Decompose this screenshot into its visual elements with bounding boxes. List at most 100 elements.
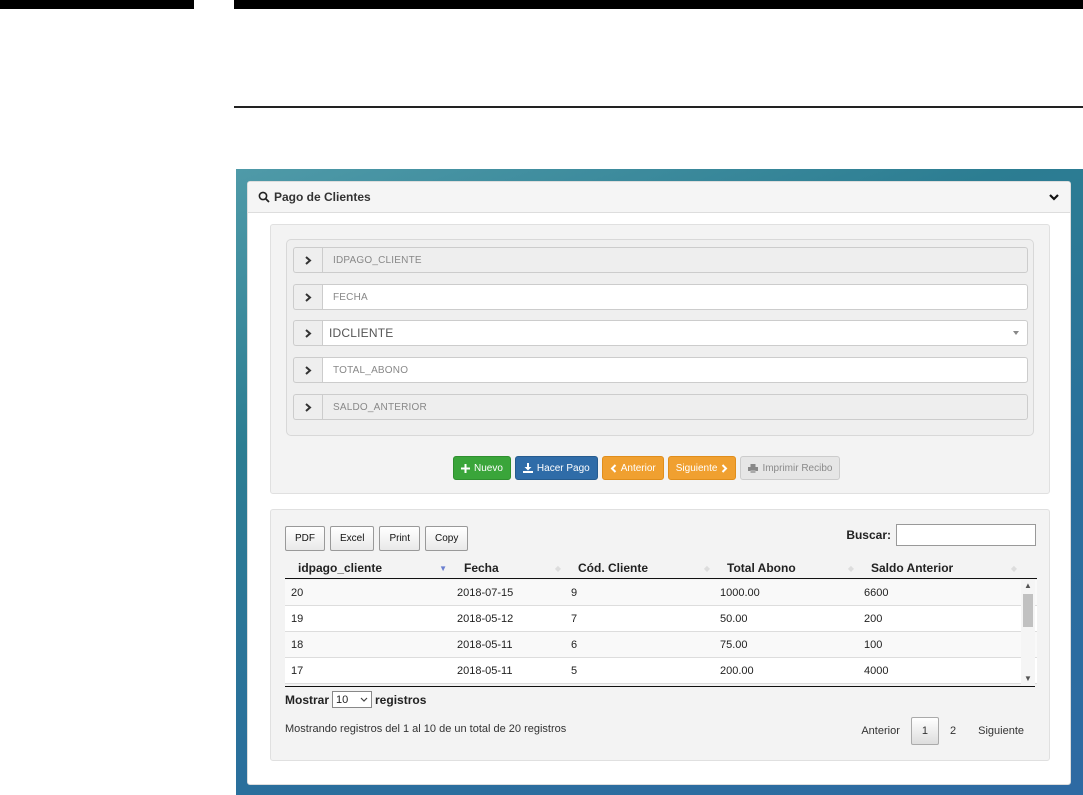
idpago-field: IDPAGO_CLIENTE bbox=[293, 247, 1028, 273]
scroll-up-icon[interactable]: ▲ bbox=[1024, 581, 1032, 590]
dropdown-caret-icon bbox=[1013, 331, 1019, 335]
table-info: Mostrando registros del 1 al 10 de un to… bbox=[285, 723, 567, 735]
imprimir-label: Imprimir Recibo bbox=[762, 462, 833, 474]
scroll-thumb[interactable] bbox=[1023, 594, 1033, 627]
siguiente-label: Siguiente bbox=[675, 462, 718, 474]
table-body: 20 2018-07-15 9 1000.00 6600 19 2018-05-… bbox=[285, 580, 1037, 684]
cell: 17 bbox=[291, 664, 304, 677]
top-bar-right bbox=[234, 0, 1083, 9]
cell: 2018-07-15 bbox=[457, 586, 514, 599]
cell: 7 bbox=[571, 612, 578, 625]
search-label: Buscar: bbox=[846, 528, 891, 542]
col-label: Cód. Cliente bbox=[578, 560, 649, 575]
length-label-post: registros bbox=[375, 692, 427, 707]
table-scrollbar[interactable]: ▲ ▼ bbox=[1021, 580, 1035, 686]
plus-icon bbox=[461, 463, 470, 473]
siguiente-button[interactable]: Siguiente bbox=[667, 456, 737, 480]
pdf-button[interactable]: PDF bbox=[285, 526, 325, 551]
pager-page-2[interactable]: 2 bbox=[939, 717, 967, 745]
chevron-right-icon bbox=[293, 284, 322, 310]
payment-panel: Pago de Clientes IDPAGO_CLIENTE FECHA ID… bbox=[247, 181, 1071, 785]
idpago-input[interactable]: IDPAGO_CLIENTE bbox=[322, 247, 1028, 273]
idcliente-field: IDCLIENTE bbox=[293, 320, 1028, 346]
table-row[interactable]: 20 2018-07-15 9 1000.00 6600 bbox=[285, 580, 1037, 606]
cell: 50.00 bbox=[720, 612, 748, 625]
print-button[interactable]: Print bbox=[379, 526, 421, 551]
length-select[interactable]: 10 bbox=[332, 691, 373, 708]
col-total-abono[interactable]: Total Abono ◆ bbox=[714, 557, 858, 578]
chevron-down-icon[interactable] bbox=[1048, 191, 1060, 203]
cell: 2018-05-11 bbox=[457, 638, 513, 651]
table-bottom-rule bbox=[285, 686, 1035, 687]
sort-icon: ◆ bbox=[703, 564, 710, 573]
total-input[interactable]: TOTAL_ABONO bbox=[322, 357, 1028, 383]
table-row[interactable]: 19 2018-05-12 7 50.00 200 bbox=[285, 606, 1037, 632]
download-icon bbox=[522, 463, 533, 473]
col-cod-cliente[interactable]: Cód. Cliente ◆ bbox=[565, 557, 714, 578]
anterior-label: Anterior bbox=[620, 462, 656, 474]
sort-icon: ◆ bbox=[847, 564, 854, 573]
panel-title: Pago de Clientes bbox=[274, 190, 371, 204]
action-buttons: Nuevo Hacer Pago Anterior Siguiente Impr… bbox=[453, 456, 841, 480]
col-saldo-anterior[interactable]: Saldo Anterior ◆ bbox=[858, 557, 1021, 578]
cell: 2018-05-12 bbox=[457, 612, 514, 625]
page-length: Mostrar 10 registros bbox=[285, 691, 426, 708]
excel-button[interactable]: Excel bbox=[330, 526, 375, 551]
nuevo-label: Nuevo bbox=[474, 462, 503, 474]
sort-desc-icon: ▼ bbox=[439, 564, 447, 573]
cell: 200 bbox=[864, 612, 883, 625]
cell: 2018-05-11 bbox=[457, 664, 513, 677]
col-label: Saldo Anterior bbox=[871, 560, 954, 575]
pager-page-1[interactable]: 1 bbox=[910, 717, 939, 745]
cell: 200.00 bbox=[720, 664, 754, 677]
cell: 4000 bbox=[864, 664, 889, 677]
length-label-pre: Mostrar bbox=[285, 692, 330, 707]
fecha-field: FECHA bbox=[293, 284, 1028, 310]
chevron-right-icon bbox=[293, 247, 322, 273]
sort-icon: ◆ bbox=[554, 564, 561, 573]
anterior-button[interactable]: Anterior bbox=[601, 456, 664, 480]
cell: 100 bbox=[864, 638, 883, 651]
table-row[interactable]: 17 2018-05-11 5 200.00 4000 bbox=[285, 658, 1037, 684]
table-well: PDF Excel Print Copy Buscar: idpago_clie… bbox=[270, 509, 1050, 761]
copy-button[interactable]: Copy bbox=[425, 526, 469, 551]
cell: 9 bbox=[571, 586, 578, 599]
chevron-down-icon bbox=[360, 697, 368, 702]
form-well: IDPAGO_CLIENTE FECHA IDCLIENTE TOTAL_ABO… bbox=[270, 224, 1050, 494]
cell: 20 bbox=[291, 586, 304, 599]
fields-group: IDPAGO_CLIENTE FECHA IDCLIENTE TOTAL_ABO… bbox=[286, 239, 1034, 436]
search-input[interactable] bbox=[896, 524, 1036, 546]
length-value: 10 bbox=[336, 693, 349, 706]
idcliente-select[interactable]: IDCLIENTE bbox=[322, 320, 1028, 346]
imprimir-recibo-button[interactable]: Imprimir Recibo bbox=[740, 456, 841, 480]
scroll-down-icon[interactable]: ▼ bbox=[1024, 674, 1032, 683]
cell: 75.00 bbox=[720, 638, 748, 651]
table-row[interactable]: 18 2018-05-11 6 75.00 100 bbox=[285, 632, 1037, 658]
nuevo-button[interactable]: Nuevo bbox=[453, 456, 511, 480]
hacer-pago-button[interactable]: Hacer Pago bbox=[514, 456, 598, 480]
hacer-pago-label: Hacer Pago bbox=[536, 462, 590, 474]
cell: 19 bbox=[291, 612, 304, 625]
chevron-right-icon bbox=[293, 320, 322, 346]
col-label: Total Abono bbox=[727, 560, 796, 575]
saldo-input[interactable]: SALDO_ANTERIOR bbox=[322, 394, 1028, 420]
col-fecha[interactable]: Fecha ◆ bbox=[451, 557, 565, 578]
export-buttons: PDF Excel Print Copy bbox=[285, 526, 469, 551]
pager-next[interactable]: Siguiente bbox=[967, 717, 1035, 745]
pager-prev[interactable]: Anterior bbox=[850, 717, 911, 745]
cell: 1000.00 bbox=[720, 586, 760, 599]
chevron-right-icon bbox=[293, 357, 322, 383]
chevron-right-icon bbox=[722, 463, 728, 473]
cell: 6 bbox=[571, 638, 578, 651]
print-icon bbox=[748, 463, 759, 473]
idcliente-value: IDCLIENTE bbox=[329, 326, 394, 340]
cell: 6600 bbox=[864, 586, 889, 599]
search-icon bbox=[258, 191, 270, 203]
panel-header[interactable]: Pago de Clientes bbox=[248, 182, 1070, 213]
fecha-input[interactable]: FECHA bbox=[322, 284, 1028, 310]
total-field: TOTAL_ABONO bbox=[293, 357, 1028, 383]
col-idpago[interactable]: idpago_cliente ▼ bbox=[285, 557, 451, 578]
cell: 18 bbox=[291, 638, 304, 651]
header-rule bbox=[234, 106, 1083, 108]
table-search: Buscar: bbox=[846, 524, 1036, 546]
